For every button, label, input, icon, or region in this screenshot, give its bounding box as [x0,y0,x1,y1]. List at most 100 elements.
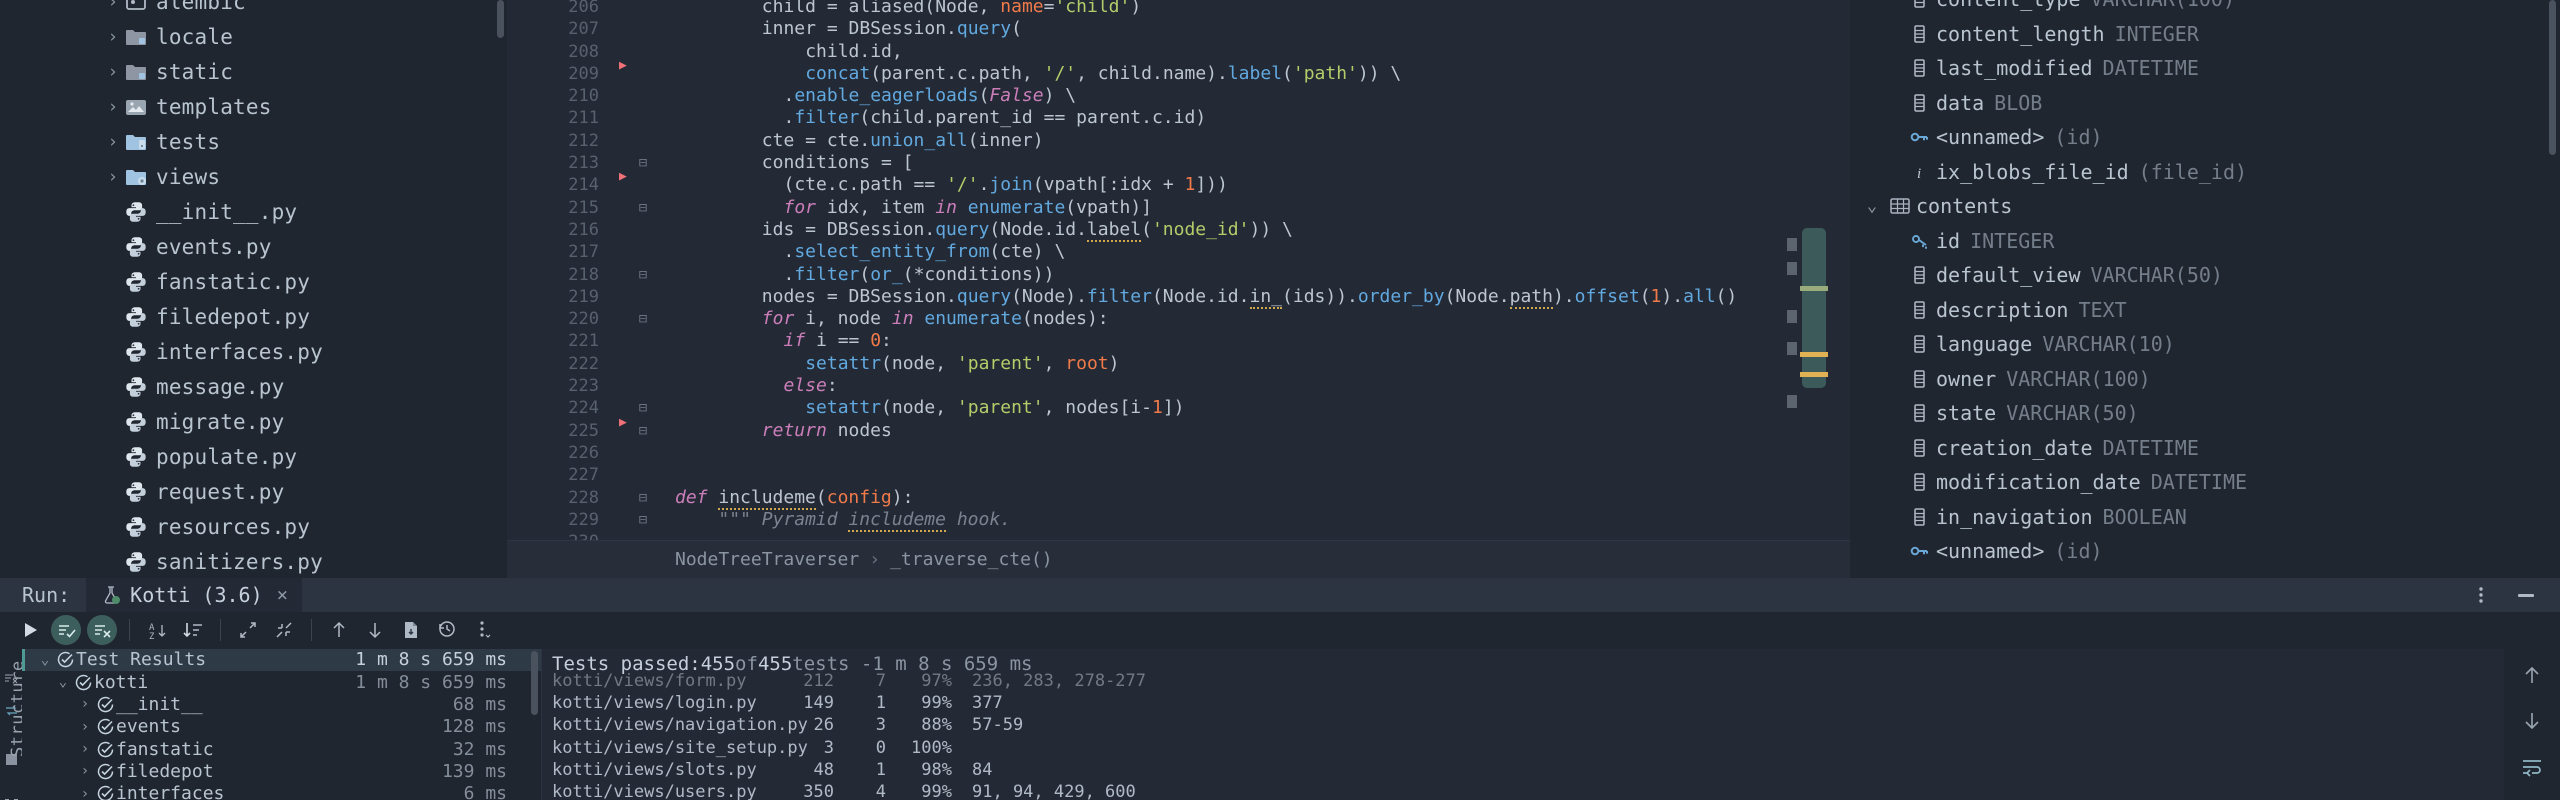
code-fold-icon[interactable]: ⊟ [635,152,651,174]
tree-item-tests[interactable]: › tests [22,124,507,159]
test-tree-item-interfaces[interactable]: › interfaces 6 ms [22,783,541,800]
code-line[interactable]: 214 ▶ (cte.c.path == '/'.join(vpath[:idx +… [507,169,1850,196]
minimize-icon[interactable] [2514,584,2538,606]
chevron-down-icon[interactable]: ⌄ [1860,196,1884,216]
test-tree-item-filedepot[interactable]: › filedepot 139 ms [22,760,541,782]
code-editor[interactable]: 206 child = aliased(Node, name='child') 20… [507,0,1850,578]
db-tree-item-state[interactable]: ›stateVARCHAR(50) [1850,396,2560,431]
code-line[interactable]: 212 cte = cte.union_all(inner) [507,130,1850,152]
chevron-right-icon[interactable]: › [102,132,124,152]
tree-item-message-py[interactable]: ›message.py [22,369,507,404]
code-line[interactable]: 219 nodes = DBSession.query(Node).filter(… [507,285,1850,309]
chevron-right-icon[interactable]: › [102,167,124,187]
collapse-all-button[interactable] [266,615,302,645]
chevron-right-icon[interactable]: › [102,27,124,47]
code-line[interactable]: 220 ⊟ for i, node in enumerate(nodes): [507,308,1850,330]
chevron-right-icon[interactable]: › [76,719,94,735]
hide-ignored-toggle[interactable] [84,615,120,646]
test-tree-item-kotti[interactable]: ⌄ kotti 1 m 8 s 659 ms [22,671,541,693]
soft-wrap-button[interactable] [2520,755,2544,779]
code-line[interactable]: 224 ⊟ setattr(node, 'parent', nodes[i-1]) [507,397,1850,419]
code-fold-icon[interactable]: ⊟ [635,264,651,286]
test-tree-item--init-[interactable]: › __init__ 68 ms [22,693,541,715]
tree-item-resources-py[interactable]: ›resources.py [22,509,507,544]
tests-tree-scrollbar[interactable] [531,650,538,715]
test-history-button[interactable] [429,615,465,645]
code-line[interactable]: 213 ⊟ conditions = [ [507,152,1850,174]
code-line[interactable]: 230 [507,531,1850,540]
code-line[interactable]: 217 .select_entity_from(cte) \ [507,241,1850,263]
database-panel[interactable]: ›content_typeVARCHAR(100)›content_length… [1850,0,2560,578]
db-tree-item-data[interactable]: ›dataBLOB [1850,86,2560,121]
db-tree-item-content-type[interactable]: ›content_typeVARCHAR(100) [1850,0,2560,17]
show-passed-toggle[interactable] [48,615,84,646]
more-options-icon[interactable] [2470,584,2492,606]
code-line[interactable]: 209 ▶ concat(parent.c.path, '/', child.nam… [507,58,1850,85]
db-tree-item--unnamed-[interactable]: ›<unnamed>(id) [1850,120,2560,155]
tree-item-interfaces-py[interactable]: ›interfaces.py [22,334,507,369]
chevron-right-icon[interactable]: › [102,0,124,12]
db-tree-item-contents[interactable]: ⌄ contents [1850,189,2560,224]
test-tree-item-fanstatic[interactable]: › fanstatic 32 ms [22,738,541,760]
close-icon[interactable]: × [277,584,288,606]
sort-alphabetically-button[interactable]: A Z [139,615,175,645]
db-tree-item-language[interactable]: ›languageVARCHAR(10) [1850,327,2560,362]
more-toolbar-options[interactable] [465,615,501,645]
next-failed-button[interactable] [357,615,393,645]
code-line[interactable]: 226 [507,442,1850,464]
tree-item-filedepot-py[interactable]: ›filedepot.py [22,299,507,334]
test-tree-item-events[interactable]: › events 128 ms [22,716,541,738]
tree-item-views[interactable]: › views [22,159,507,194]
run-gutter-icon[interactable]: ▶ [619,55,627,77]
tree-item-events-py[interactable]: ›events.py [22,229,507,264]
chevron-right-icon[interactable]: › [102,97,124,117]
tree-item-migrate-py[interactable]: ›migrate.py [22,404,507,439]
db-tree-item-description[interactable]: ›descriptionTEXT [1850,293,2560,328]
code-fold-icon[interactable]: ⊟ [635,308,651,330]
db-tree-item-in-navigation[interactable]: ›in_navigationBOOLEAN [1850,500,2560,535]
code-line[interactable]: 222 setattr(node, 'parent', root) [507,353,1850,375]
code-line[interactable]: 225 ▶ ⊟ return nodes [507,415,1850,442]
tree-item-static[interactable]: › static [22,54,507,89]
db-tree-item-modification-date[interactable]: ›modification_dateDATETIME [1850,465,2560,500]
db-tree-item-owner[interactable]: ›ownerVARCHAR(100) [1850,362,2560,397]
code-line[interactable]: 228 ⊟ def includeme(config): [507,486,1850,510]
breadcrumb-method[interactable]: _traverse_cte() [890,549,1053,570]
database-panel-scrollbar[interactable] [2549,0,2556,155]
project-sidebar[interactable]: › alembic › locale › static › templates › tests › v… [22,0,507,578]
tree-item-templates[interactable]: › templates [22,89,507,124]
breadcrumb-class[interactable]: NodeTreeTraverser [675,549,859,570]
code-fold-icon[interactable]: ⊟ [635,420,651,442]
rerun-tests-button[interactable] [12,615,48,645]
code-line[interactable]: 215 ⊟ for idx, item in enumerate(vpath)] [507,197,1850,219]
sidebar-scrollbar[interactable] [497,0,504,38]
export-results-button[interactable] [393,615,429,645]
chevron-right-icon[interactable]: › [76,786,94,800]
db-tree-item-id[interactable]: ›idINTEGER [1850,224,2560,259]
test-tree-item-test-results[interactable]: ⌄ Test Results 1 m 8 s 659 ms [22,648,541,672]
tree-item-request-py[interactable]: ›request.py [22,474,507,509]
code-line[interactable]: 229 ⊟ """ Pyramid includeme hook. [507,508,1850,532]
run-gutter-icon[interactable]: ▶ [619,412,627,434]
code-fold-icon[interactable]: ⊟ [635,509,651,531]
code-line[interactable]: 207 inner = DBSession.query( [507,18,1850,40]
db-tree-item--unnamed-[interactable]: ›<unnamed>(id) [1850,534,2560,569]
chevron-right-icon[interactable]: › [76,741,94,757]
code-line[interactable]: 211 .filter(child.parent_id == parent.c.i… [507,107,1850,129]
db-tree-item-last-modified[interactable]: ›last_modifiedDATETIME [1850,51,2560,86]
db-tree-item-content-length[interactable]: ›content_lengthINTEGER [1850,17,2560,52]
breadcrumb[interactable]: NodeTreeTraverser › _traverse_cte() [507,540,1850,578]
code-fold-icon[interactable]: ⊟ [635,397,651,419]
code-line[interactable]: 223 else: [507,375,1850,397]
run-tab-kotti[interactable]: Kotti (3.6) × [86,578,303,612]
code-minimap[interactable] [1802,228,1826,388]
editor-viewport[interactable]: 206 child = aliased(Node, name='child') 20… [507,0,1850,540]
tree-item-sanitizers-py[interactable]: ›sanitizers.py [22,544,507,578]
db-tree-item-default-view[interactable]: ›default_viewVARCHAR(50) [1850,258,2560,293]
run-gutter-icon[interactable]: ▶ [619,166,627,188]
prev-failed-button[interactable] [321,615,357,645]
tree-item-fanstatic-py[interactable]: ›fanstatic.py [22,264,507,299]
chevron-down-icon[interactable]: ⌄ [36,652,54,668]
chevron-right-icon[interactable]: › [76,763,94,779]
code-line[interactable]: 221 if i == 0: [507,330,1850,352]
